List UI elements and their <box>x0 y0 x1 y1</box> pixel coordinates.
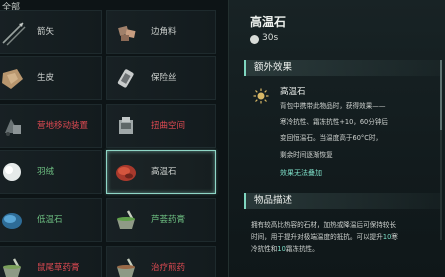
effects-heading: 额外效果 <box>244 60 440 76</box>
effect-line: 背包中携带此物品时，获得效果—— <box>280 102 386 110</box>
inventory-slot-arrows[interactable]: 箭矢 <box>0 10 102 54</box>
item-label: 箭矢 <box>37 27 55 37</box>
description-text: 冷抗性和 <box>251 245 278 253</box>
inventory-slot-warp-space[interactable]: 扭曲空间 <box>106 104 216 148</box>
camp-mover-icon <box>0 111 27 141</box>
scraps-icon <box>111 17 141 47</box>
description-line: 冷抗性和10霜冻抗性。 <box>251 243 319 253</box>
inventory-slot-cold-stone[interactable]: 低温石 <box>0 198 102 242</box>
cold-stone-icon <box>0 205 27 235</box>
detail-scrollbar-thumb[interactable] <box>440 60 442 130</box>
item-label: 芦荟药膏 <box>151 215 186 225</box>
item-label: 边角料 <box>151 27 177 37</box>
rawhide-icon <box>0 63 27 93</box>
description-heading: 物品描述 <box>244 193 440 209</box>
description-text: 霜冻抗性。 <box>285 245 319 253</box>
game-inventory-screen: 全部 箭矢 边角料 生皮 保险丝 营地移动装置 扭曲空间 羽绒 高温石 低温石 … <box>0 0 445 277</box>
inventory-slot-rawhide[interactable]: 生皮 <box>0 56 102 100</box>
item-label: 营地移动装置 <box>37 121 89 131</box>
fuse-icon <box>111 63 141 93</box>
clock-icon <box>250 35 259 44</box>
arrows-icon <box>0 17 27 47</box>
item-label: 羽绒 <box>37 167 55 177</box>
effect-line: 寒冷抗性、霜冻抗性+10，60分钟后 <box>280 118 389 126</box>
inventory-slot-camp-mover[interactable]: 营地移动装置 <box>0 104 102 148</box>
item-duration: 30s <box>262 33 279 43</box>
description-highlight: 10 <box>277 245 286 253</box>
heat-stone-icon <box>111 157 141 187</box>
effect-line: 变回恒温石。当温度高于60°C时， <box>280 134 383 142</box>
item-label: 治疗煎药 <box>151 263 186 273</box>
description-line: 时间，用于提升对极端温度的抵抗。可以提升10寒 <box>251 231 398 241</box>
mortar-icon <box>0 253 27 277</box>
item-label: 保险丝 <box>151 73 177 83</box>
inventory-slot-fuse[interactable]: 保险丝 <box>106 56 216 100</box>
effect-name: 高温石 <box>280 87 306 97</box>
effect-line: 剩余时间逐渐恢复 <box>280 151 333 159</box>
description-line: 拥有较高比热容的石材，加热或降温后可保持较长 <box>251 219 396 229</box>
sun-icon <box>253 88 269 104</box>
description-highlight: 10 <box>382 233 392 241</box>
description-text: 寒 <box>391 233 398 241</box>
mortar-icon <box>111 253 141 277</box>
mortar-icon <box>111 205 141 235</box>
item-label: 低温石 <box>37 215 63 225</box>
down-feather-icon <box>0 157 27 187</box>
inventory-slot-healing-brew[interactable]: 治疗煎药 <box>106 246 216 277</box>
item-title: 高温石 <box>250 15 287 29</box>
item-label: 鼠尾草药膏 <box>37 263 80 273</box>
inventory-slot-down[interactable]: 羽绒 <box>0 150 102 194</box>
effect-stack-warning: 效果无法叠加 <box>280 169 322 177</box>
item-label: 生皮 <box>37 73 55 83</box>
description-text: 拥有较高比热容的石材，加热或降温后可保持较长 <box>251 221 397 229</box>
inventory-slot-scraps[interactable]: 边角料 <box>106 10 216 54</box>
inventory-slot-sage-salve[interactable]: 鼠尾草药膏 <box>0 246 102 277</box>
description-text: 时间，用于提升对极端温度的抵抗。可以提升 <box>251 233 383 241</box>
inventory-slot-heat-stone[interactable]: 高温石 <box>106 150 216 194</box>
inventory-slot-aloe-salve[interactable]: 芦荟药膏 <box>106 198 216 242</box>
item-label: 扭曲空间 <box>151 121 186 131</box>
item-detail-panel: 高温石 30s 额外效果 高温石 背包中携带此物品时，获得效果—— 寒冷抗性、霜… <box>228 0 445 277</box>
warp-space-icon <box>111 111 141 141</box>
item-label: 高温石 <box>151 167 177 177</box>
inventory-grid: 全部 箭矢 边角料 生皮 保险丝 营地移动装置 扭曲空间 羽绒 高温石 低温石 … <box>0 0 228 277</box>
